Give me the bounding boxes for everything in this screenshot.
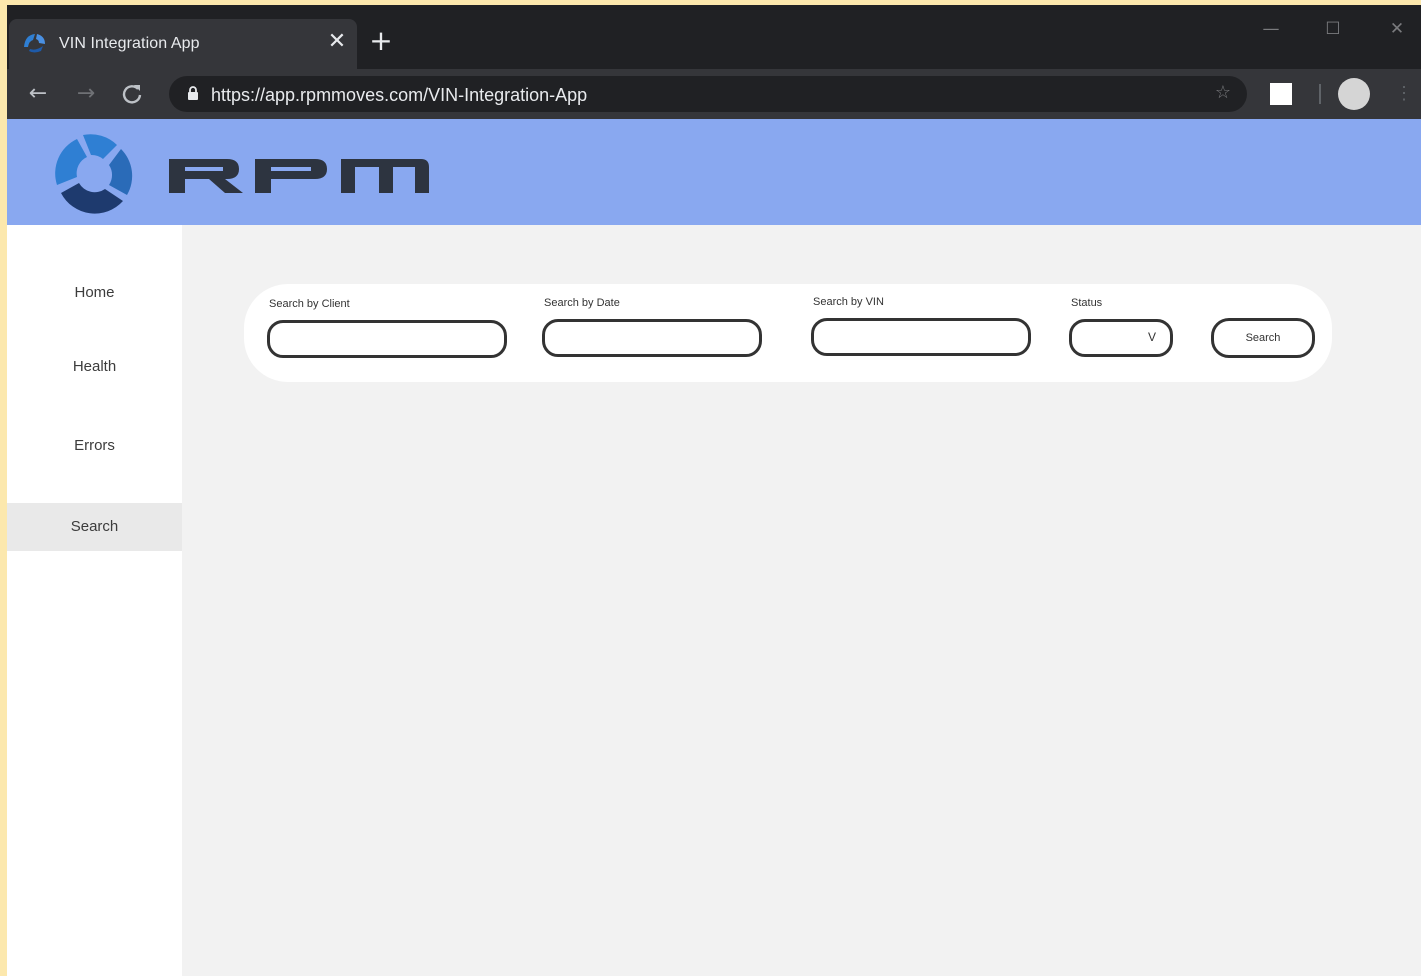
date-label: Search by Date: [544, 297, 620, 309]
browser-tab[interactable]: VIN Integration App ✕: [9, 19, 357, 69]
vin-search-input[interactable]: [811, 318, 1031, 356]
sidebar-item-search[interactable]: Search: [7, 503, 182, 551]
window-close-icon[interactable]: ✕: [1383, 17, 1411, 41]
sidebar-item-health[interactable]: Health: [7, 343, 182, 391]
rpm-logo-icon: [55, 134, 133, 214]
reload-icon[interactable]: [119, 81, 145, 107]
address-bar[interactable]: https://app.rpmmoves.com/VIN-Integration…: [169, 76, 1247, 112]
tab-title: VIN Integration App: [59, 35, 200, 52]
app-header: [7, 119, 1421, 225]
tab-close-icon[interactable]: ✕: [325, 30, 349, 54]
search-button[interactable]: Search: [1211, 318, 1315, 358]
search-panel: Search by Client Search by Date Search b…: [244, 284, 1332, 382]
maximize-icon[interactable]: ☐: [1319, 17, 1347, 41]
lock-icon: [188, 86, 198, 100]
client-search-input[interactable]: [267, 320, 507, 358]
browser-menu-icon[interactable]: ⋮: [1395, 83, 1413, 107]
forward-arrow-icon[interactable]: →: [73, 81, 99, 107]
rpm-favicon-icon: [24, 34, 45, 53]
status-label: Status: [1071, 297, 1103, 309]
sidebar: Home Health Errors Search: [7, 225, 182, 976]
client-label: Search by Client: [269, 298, 350, 310]
new-tab-icon[interactable]: +: [367, 27, 395, 55]
sidebar-item-home[interactable]: Home: [7, 269, 182, 317]
browser-toolbar: ← → https://app.rpmmoves.com/VIN-Integra…: [7, 69, 1421, 119]
status-select[interactable]: V: [1069, 319, 1173, 357]
profile-avatar[interactable]: [1338, 78, 1370, 110]
extension-icon[interactable]: [1270, 83, 1292, 105]
vin-label: Search by VIN: [813, 296, 884, 308]
rpm-wordmark: [169, 159, 429, 193]
bookmark-star-icon[interactable]: ☆: [1215, 82, 1231, 103]
browser-window: VIN Integration App ✕ + — ☐ ✕ ← → https:…: [7, 5, 1421, 976]
date-search-input[interactable]: [542, 319, 762, 357]
minimize-icon[interactable]: —: [1257, 17, 1285, 41]
toolbar-divider: [1319, 84, 1321, 104]
sidebar-item-errors[interactable]: Errors: [7, 422, 182, 470]
url-text[interactable]: https://app.rpmmoves.com/VIN-Integration…: [211, 85, 587, 106]
chevron-down-icon: V: [1147, 330, 1156, 344]
back-arrow-icon[interactable]: ←: [25, 81, 51, 107]
tab-strip: VIN Integration App ✕ + — ☐ ✕: [7, 5, 1421, 69]
